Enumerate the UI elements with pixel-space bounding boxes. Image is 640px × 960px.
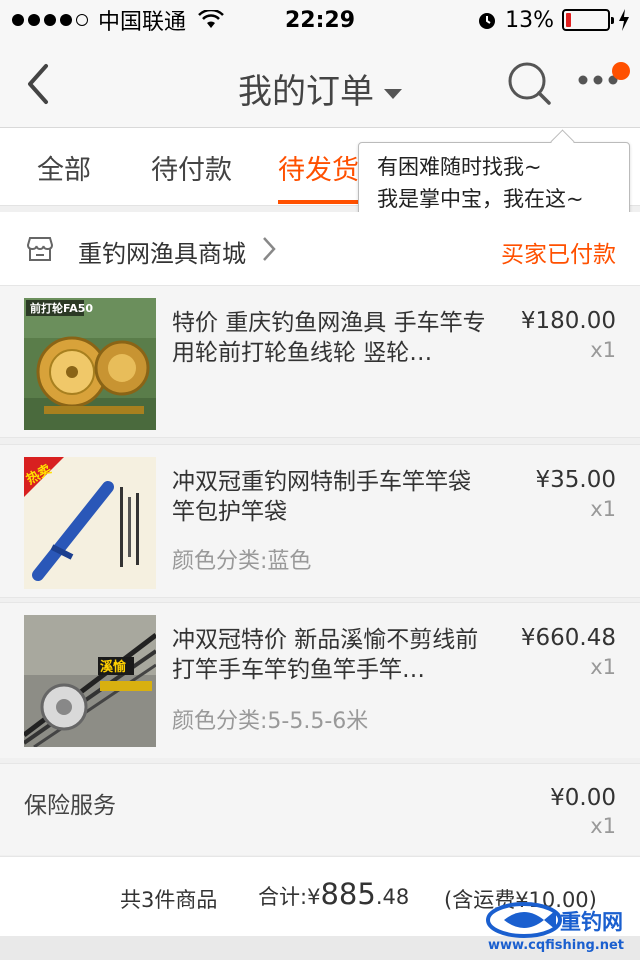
carrier-name: 中国联通 [98,10,187,35]
insurance-price: ¥0.00 [550,785,616,811]
product-image-rod-bag[interactable]: 热卖 [24,457,156,589]
tab-all[interactable]: 全部 [37,148,91,187]
charging-icon [619,9,629,31]
product-image-label: 前打轮FA50 [30,301,93,315]
tab-pending-shipment[interactable]: 待发货 [278,148,359,187]
product-price: ¥35.00 [535,467,616,493]
product-image-reel[interactable]: 前打轮FA50 [24,298,156,430]
assistant-tooltip[interactable]: 有困难随时找我~ 我是掌中宝，我在这~ [358,142,630,220]
insurance-service-row: 保险服务 ¥0.00 x1 [0,763,640,855]
watermark-brand: 重钓网 [560,910,623,934]
tooltip-line-2: 我是掌中宝，我在这~ [377,187,584,211]
product-sku: 颜色分类:蓝色 [172,549,312,574]
watermark-url: www.cqfishing.net [488,938,625,953]
product-quantity: x1 [590,655,616,679]
product-image-rod-set[interactable]: 溪愉 [24,615,156,747]
list-item[interactable]: 溪愉 冲双冠特价 新品溪愉不剪线前打竿手车竿钓鱼竿手竿… 颜色分类:5-5.5-… [0,602,640,758]
shop-icon [26,237,54,261]
currency-symbol: ¥ [307,885,321,909]
page-title-text: 我的订单 [238,72,374,112]
wifi-icon [198,10,224,28]
search-icon[interactable] [506,60,552,106]
tooltip-line-1: 有困难随时找我~ [377,155,542,179]
alarm-icon [479,13,496,29]
shop-name[interactable]: 重钓网渔具商城 [78,234,246,269]
status-bar: 中国联通 22:29 13% [0,0,640,40]
tab-pending-payment[interactable]: 待付款 [151,148,232,187]
chevron-down-icon [384,88,402,99]
product-title[interactable]: 冲双冠特价 新品溪愉不剪线前打竿手车竿钓鱼竿手竿… [172,625,492,685]
navigation-bar: 我的订单 [0,40,640,128]
total-decimal: .48 [375,885,410,909]
product-price: ¥660.48 [520,625,616,651]
notification-badge [612,62,630,80]
insurance-label: 保险服务 [24,793,116,819]
active-tab-indicator [278,200,362,204]
battery-icon [562,9,614,31]
total-label: 合计: [258,885,308,909]
shop-header[interactable]: 重钓网渔具商城 买家已付款 [0,212,640,286]
item-count: 共3件商品 [120,888,218,912]
list-item[interactable]: 前打轮FA50 特价 重庆钓鱼网渔具 手车竿专用轮前打轮鱼线轮 竖轮… ¥180… [0,286,640,438]
chevron-right-icon [263,237,276,261]
total-integer: 885 [320,877,376,911]
order-status: 买家已付款 [501,242,616,268]
battery-percent: 13% [505,7,554,33]
insurance-quantity: x1 [590,814,616,838]
order-total: 合计:¥885.48 [258,877,409,911]
product-sku: 颜色分类:5-5.5-6米 [172,709,369,734]
product-price: ¥180.00 [520,308,616,334]
product-quantity: x1 [590,338,616,362]
product-title[interactable]: 特价 重庆钓鱼网渔具 手车竿专用轮前打轮鱼线轮 竖轮… [172,308,492,368]
list-item[interactable]: 热卖 冲双冠重钓网特制手车竿竿袋 竿包护竿袋 颜色分类:蓝色 ¥35.00 x1 [0,444,640,598]
signal-strength-icon [12,14,88,26]
product-image-label: 溪愉 [100,659,127,675]
product-title[interactable]: 冲双冠重钓网特制手车竿竿袋 竿包护竿袋 [172,467,492,527]
more-icon[interactable] [578,74,618,86]
product-quantity: x1 [590,497,616,521]
